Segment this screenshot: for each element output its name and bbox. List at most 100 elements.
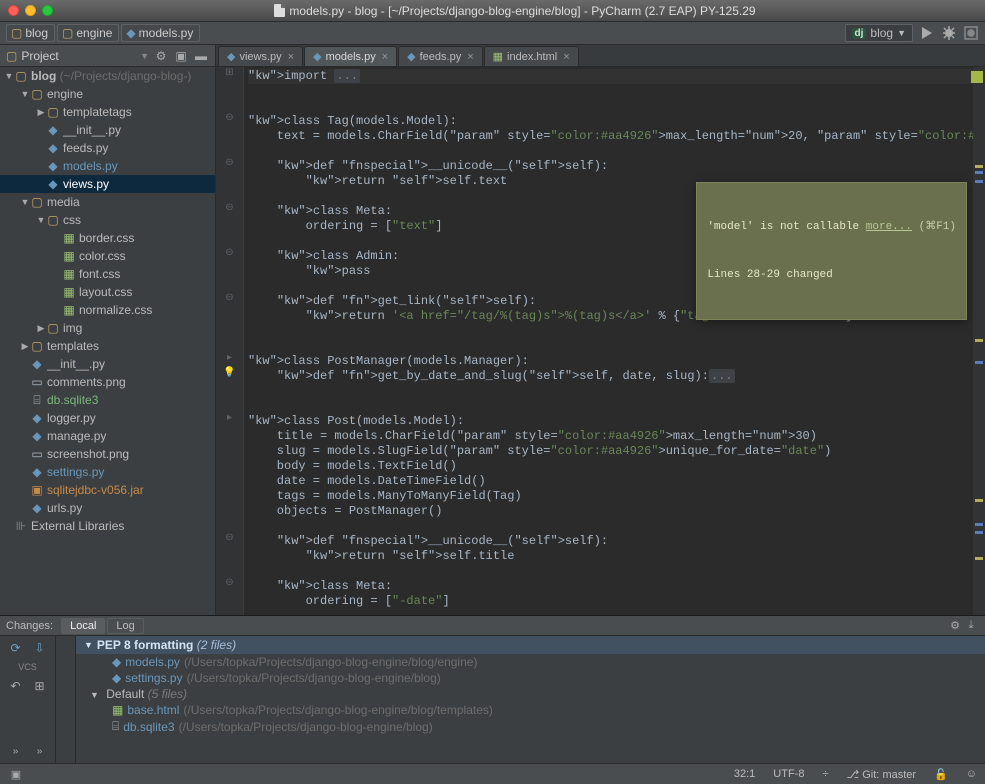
changed-file-db-sqlite3[interactable]: ⌸db.sqlite3 (/Users/topka/Projects/djang… (76, 718, 985, 735)
warning-marker[interactable] (975, 557, 983, 560)
warning-marker[interactable] (975, 499, 983, 502)
arrow-down-icon[interactable]: ⇩ (32, 640, 48, 656)
inspection-tooltip: 'model' is not callable more... (⌘F1) Li… (696, 182, 967, 320)
breadcrumb-item-blog[interactable]: ▢ blog (6, 24, 55, 42)
tree-item-templatetags[interactable]: ▶▢templatetags (0, 103, 215, 121)
chevron-down-icon[interactable]: ▼ (4, 71, 14, 81)
run-configuration-selector[interactable]: dj blog ▼ (845, 24, 914, 42)
chevron-right-icon[interactable]: ▶ (20, 341, 30, 352)
changed-file-base-html[interactable]: ▦base.html (/Users/topka/Projects/django… (76, 702, 985, 718)
changes-tree[interactable]: ▼ PEP 8 formatting (2 files) ◆models.py … (76, 636, 985, 763)
editor-tab-views-py[interactable]: ◆views.py× (218, 46, 303, 66)
changes-gutter (56, 636, 76, 763)
debug-button[interactable] (941, 25, 957, 41)
chevron-right-icon[interactable]: ▶ (36, 323, 46, 334)
tree-item-comments-png[interactable]: ▭comments.png (0, 373, 215, 391)
show-tool-windows-icon[interactable]: ▣ (8, 766, 24, 782)
lock-icon[interactable]: 🔓 (934, 768, 948, 781)
tree-item-screenshot-png[interactable]: ▭screenshot.png (0, 445, 215, 463)
tooltip-more-link[interactable]: more... (866, 221, 912, 233)
diff-icon[interactable]: ⊞ (32, 678, 48, 694)
changed-file-models-py[interactable]: ◆models.py (/Users/topka/Projects/django… (76, 654, 985, 670)
warning-marker[interactable] (975, 165, 983, 168)
collapse-all-icon[interactable]: ▣ (173, 48, 189, 64)
gear-icon[interactable]: ⚙ (153, 48, 169, 64)
tree-item-normalize-css[interactable]: ▦normalize.css (0, 301, 215, 319)
expand-icon[interactable]: » (8, 743, 24, 759)
tree-item-urls-py[interactable]: ◆urls.py (0, 499, 215, 517)
tree-item-feeds-py[interactable]: ◆feeds.py (0, 139, 215, 157)
changes-tab-log[interactable]: Log (107, 618, 143, 634)
tree-item-color-css[interactable]: ▦color.css (0, 247, 215, 265)
breadcrumb-item-models[interactable]: ◆ models.py (121, 24, 200, 42)
gear-icon[interactable]: ⚙ (947, 618, 963, 634)
warning-marker[interactable] (975, 339, 983, 342)
git-branch-widget[interactable]: ⎇ Git: master (847, 768, 917, 781)
tree-item-engine[interactable]: ▼▢engine (0, 85, 215, 103)
close-tab-icon[interactable]: × (288, 51, 294, 63)
tree-item-css[interactable]: ▼▢css (0, 211, 215, 229)
close-tab-icon[interactable]: × (563, 51, 569, 63)
hide-changes-icon[interactable]: ⤓ (963, 618, 979, 634)
changelist-default[interactable]: ▼ Default (5 files) (76, 686, 985, 702)
tree-item-blog[interactable]: ▼▢blog (~/Projects/django-blog-) (0, 67, 215, 85)
tree-item-media[interactable]: ▼▢media (0, 193, 215, 211)
close-tab-icon[interactable]: × (467, 51, 473, 63)
tree-item---init---py[interactable]: ◆__init__.py (0, 355, 215, 373)
tree-item-settings-py[interactable]: ◆settings.py (0, 463, 215, 481)
tree-item-border-css[interactable]: ▦border.css (0, 229, 215, 247)
tree-item-templates[interactable]: ▶▢templates (0, 337, 215, 355)
refresh-icon[interactable]: ⟳ (8, 640, 24, 656)
changed-file-settings-py[interactable]: ◆settings.py (/Users/topka/Projects/djan… (76, 670, 985, 686)
close-window-button[interactable] (8, 5, 19, 16)
change-marker[interactable] (975, 531, 983, 534)
line-separator[interactable]: ÷ (822, 768, 828, 780)
chevron-down-icon[interactable]: ▼ (36, 215, 46, 225)
chevron-down-icon[interactable]: ▼ (20, 89, 30, 99)
encoding-selector[interactable]: UTF-8 (773, 768, 804, 780)
maximize-window-button[interactable] (42, 5, 53, 16)
autoscroll-to-source-button[interactable] (963, 25, 979, 41)
css-icon: ▦ (62, 267, 76, 281)
inspection-status-icon[interactable] (971, 71, 983, 83)
change-marker[interactable] (975, 180, 983, 183)
project-tree[interactable]: ▼▢blog (~/Projects/django-blog-)▼▢engine… (0, 67, 215, 615)
tree-item-sqlitejdbc-v056-jar[interactable]: ▣sqlitejdbc-v056.jar (0, 481, 215, 499)
cursor-position[interactable]: 32:1 (734, 768, 755, 780)
tree-item-img[interactable]: ▶▢img (0, 319, 215, 337)
tree-item-layout-css[interactable]: ▦layout.css (0, 283, 215, 301)
undo-icon[interactable]: ↶ (8, 678, 24, 694)
tree-item-db-sqlite3[interactable]: ⌸db.sqlite3 (0, 391, 215, 409)
hide-panel-icon[interactable]: ▬ (193, 48, 209, 64)
minimize-window-button[interactable] (25, 5, 36, 16)
tree-item-external-libraries[interactable]: ⊪External Libraries (0, 517, 215, 535)
tree-item-models-py[interactable]: ◆models.py (0, 157, 215, 175)
more-icon[interactable]: » (32, 743, 48, 759)
code-editor[interactable]: "kw">import ... "kw">class Tag(models.Mo… (244, 67, 985, 615)
change-marker[interactable] (975, 523, 983, 526)
close-tab-icon[interactable]: × (382, 51, 388, 63)
tree-item-logger-py[interactable]: ◆logger.py (0, 409, 215, 427)
tree-item-views-py[interactable]: ◆views.py (0, 175, 215, 193)
chevron-down-icon[interactable]: ▼ (20, 197, 30, 207)
py-file-icon: ◆ (227, 50, 235, 63)
chevron-right-icon[interactable]: ▶ (36, 107, 46, 118)
error-stripe[interactable] (973, 67, 985, 615)
changelist-pep8[interactable]: ▼ PEP 8 formatting (2 files) (76, 636, 985, 654)
editor-tab-index-html[interactable]: ▦index.html× (484, 46, 579, 66)
tree-item-manage-py[interactable]: ◆manage.py (0, 427, 215, 445)
run-button[interactable] (919, 25, 935, 41)
changes-tab-local[interactable]: Local (61, 618, 105, 634)
editor-gutter[interactable]: ⊞⊖⊖⊖⊖⊖▸💡▸⊖⊖ (216, 67, 244, 615)
css-icon: ▦ (62, 303, 76, 317)
editor-tab-models-py[interactable]: ◆models.py× (304, 46, 397, 66)
hector-icon[interactable]: ☺ (966, 768, 977, 780)
chevron-down-icon[interactable]: ▼ (140, 51, 149, 61)
breadcrumb-item-engine[interactable]: ▢ engine (57, 24, 119, 42)
py-file-icon: ◆ (313, 50, 321, 63)
change-marker[interactable] (975, 361, 983, 364)
change-marker[interactable] (975, 171, 983, 174)
tree-item-font-css[interactable]: ▦font.css (0, 265, 215, 283)
tree-item---init---py[interactable]: ◆__init__.py (0, 121, 215, 139)
editor-tab-feeds-py[interactable]: ◆feeds.py× (398, 46, 483, 66)
